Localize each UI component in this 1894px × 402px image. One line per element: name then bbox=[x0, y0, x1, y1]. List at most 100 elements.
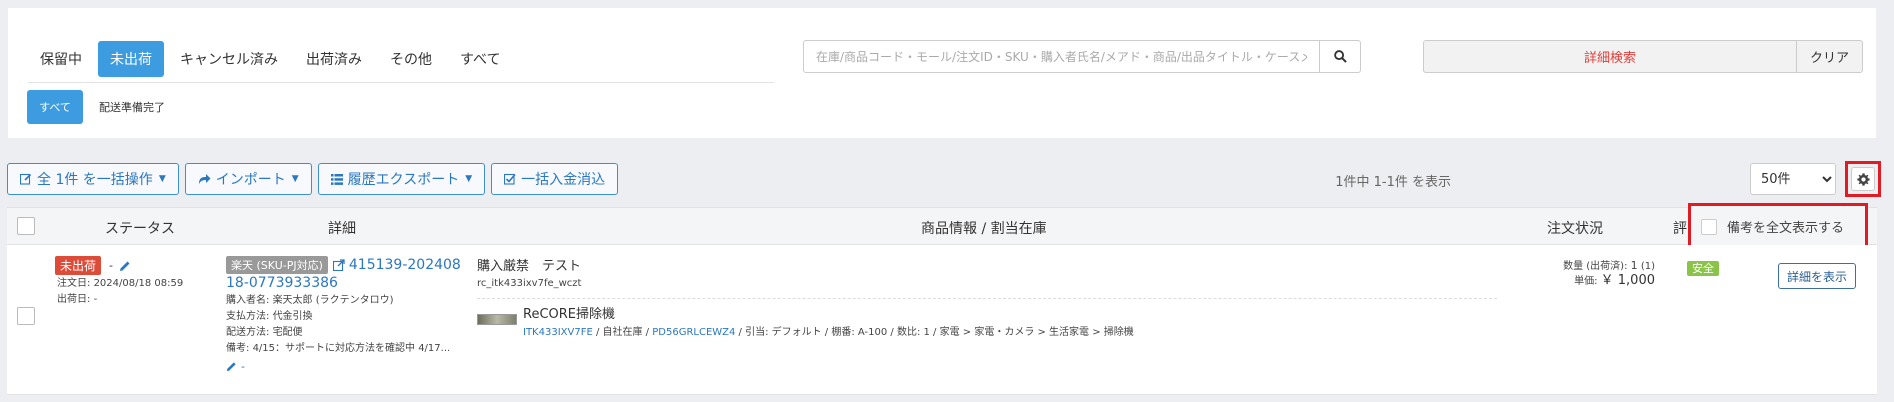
buyer-label: 購入者名: bbox=[226, 295, 270, 306]
order-id-link-continued[interactable]: 18-0773933386 bbox=[226, 275, 461, 291]
gear-icon bbox=[1856, 172, 1870, 186]
search-icon bbox=[1333, 50, 1347, 63]
delivery-line: 配送方法: 宅配便 bbox=[226, 325, 461, 341]
payment-label: 支払方法: bbox=[226, 311, 270, 322]
list-icon bbox=[330, 173, 343, 185]
memo-edit-dash: - bbox=[241, 360, 245, 373]
bulk-action-label: 全 1件 を一括操作 bbox=[37, 172, 153, 188]
product-title: 購入厳禁 テスト bbox=[477, 259, 582, 274]
order-status-cell: 数量 (出荷済): 1 (1) 単価: ￥ 1,000 bbox=[1537, 259, 1655, 289]
paging-summary: 1件中 1-1件 を表示 bbox=[1335, 175, 1451, 190]
search-button[interactable] bbox=[1319, 41, 1360, 72]
tab-cancelled[interactable]: キャンセル済み bbox=[168, 41, 290, 77]
item-sep: / 自社在庫 / bbox=[592, 327, 653, 338]
chevron-down-icon: ▼ bbox=[465, 174, 473, 184]
table-row: 未出荷 - 注文日: 2024/08/18 08:59 出荷日: - 楽天 (S… bbox=[7, 245, 1877, 395]
memo-toggle-highlight-box: 備考を全文表示する bbox=[1688, 203, 1868, 250]
search-box bbox=[803, 40, 1361, 73]
payment-value: 代金引換 bbox=[272, 311, 313, 322]
memo-fulltext-checkbox[interactable] bbox=[1701, 218, 1717, 235]
settings-highlight-box bbox=[1845, 161, 1881, 197]
header-extra: 評 bbox=[1673, 221, 1687, 237]
item-sku-link[interactable]: ITK433IXV7FE bbox=[523, 327, 593, 338]
import-button[interactable]: インポート ▼ bbox=[184, 163, 312, 195]
sub-tabs: すべて 配送準備完了 bbox=[27, 90, 181, 124]
chevron-down-icon: ▼ bbox=[158, 174, 166, 184]
select-all-checkbox[interactable] bbox=[17, 217, 35, 235]
external-link-icon[interactable] bbox=[332, 259, 345, 271]
advanced-search-group: 詳細検索 クリア bbox=[1423, 40, 1863, 73]
share-icon bbox=[198, 173, 211, 185]
bulk-payment-label: 一括入金消込 bbox=[521, 172, 606, 188]
safety-badge: 安全 bbox=[1687, 261, 1719, 276]
tab-all[interactable]: すべて bbox=[448, 41, 512, 77]
header-status: ステータス bbox=[105, 221, 175, 237]
item-detail: / 引当: デフォルト / 棚番: A-100 / 数比: 1 / 家電 > 家… bbox=[735, 327, 1134, 338]
header-order-status: 注文状況 bbox=[1547, 221, 1603, 237]
subtab-all[interactable]: すべて bbox=[27, 90, 83, 124]
memo-edit-line: - bbox=[226, 360, 461, 373]
memo-fulltext-label: 備考を全文表示する bbox=[1727, 221, 1845, 236]
quantity-label: 数量 (出荷済): bbox=[1563, 261, 1628, 272]
tab-unshipped[interactable]: 未出荷 bbox=[98, 41, 164, 77]
quantity-line: 数量 (出荷済): 1 (1) bbox=[1537, 259, 1655, 274]
status-tabs: 保留中 未出荷 キャンセル済み 出荷済み その他 すべて bbox=[28, 41, 516, 77]
price-label: 単価: bbox=[1574, 276, 1598, 287]
edit-icon bbox=[20, 173, 32, 185]
order-date-value: 2024/08/18 08:59 bbox=[93, 278, 184, 289]
product-cell: 購入厳禁 テスト rc_itk433ixv7fe_wczt ReCORE掃除機 … bbox=[477, 255, 1497, 338]
order-id-link[interactable]: 415139-202408 bbox=[349, 257, 461, 273]
status-badge: 未出荷 bbox=[55, 256, 102, 275]
history-export-label: 履歴エクスポート bbox=[347, 172, 460, 188]
delivery-value: 宅配便 bbox=[272, 327, 303, 338]
filter-panel: 保留中 未出荷 キャンセル済み 出荷済み その他 すべて すべて 配送準備完了 … bbox=[8, 8, 1876, 138]
buyer-line: 購入者名: 楽天太郎 (ラクテンタロウ) bbox=[226, 293, 461, 309]
price-value: ￥ 1,000 bbox=[1600, 273, 1655, 288]
bulk-payment-button[interactable]: 一括入金消込 bbox=[491, 163, 619, 195]
allocated-item: ReCORE掃除機 ITK433IXV7FE / 自社在庫 / PD56GRLC… bbox=[477, 298, 1497, 338]
buyer-value: 楽天太郎 (ラクテンタロウ) bbox=[272, 295, 394, 306]
ship-date-value: - bbox=[93, 294, 98, 305]
tab-shipped[interactable]: 出荷済み bbox=[294, 41, 374, 77]
show-detail-button[interactable]: 詳細を表示 bbox=[1778, 263, 1857, 289]
toolbar: 全 1件 を一括操作 ▼ インポート ▼ 履歴エクスポート ▼ 一括入金消込 bbox=[7, 163, 624, 195]
pencil-icon[interactable] bbox=[226, 361, 237, 372]
memo-line: 備考: 4/15：サポートに対応方法を確認中 4/17... bbox=[226, 341, 461, 357]
status-cell: 未出荷 - bbox=[55, 256, 131, 275]
clear-button[interactable]: クリア bbox=[1796, 41, 1862, 72]
table-header: ステータス 詳細 商品情報 / 割当在庫 注文状況 評 bbox=[7, 207, 1877, 245]
memo-value: 4/15：サポートに対応方法を確認中 4/17... bbox=[252, 343, 451, 354]
chevron-down-icon: ▼ bbox=[291, 174, 299, 184]
check-square-icon bbox=[504, 173, 516, 185]
subtab-ready-to-ship[interactable]: 配送準備完了 bbox=[89, 90, 175, 124]
payment-line: 支払方法: 代金引換 bbox=[226, 309, 461, 325]
quantity-value: 1 bbox=[1630, 259, 1638, 272]
memo-label: 備考: bbox=[226, 343, 250, 354]
quantity-shipped: (1) bbox=[1640, 261, 1655, 272]
advanced-search-button[interactable]: 詳細検索 bbox=[1424, 41, 1796, 72]
order-date-label: 注文日: bbox=[57, 278, 91, 289]
per-page-select[interactable]: 50件 bbox=[1750, 163, 1836, 195]
search-input[interactable] bbox=[804, 41, 1319, 72]
item-stock-link[interactable]: PD56GRLCEWZ4 bbox=[652, 327, 735, 338]
import-label: インポート bbox=[215, 172, 286, 188]
ship-date-label: 出荷日: bbox=[57, 294, 91, 305]
settings-button[interactable] bbox=[1851, 167, 1875, 191]
item-name: ReCORE掃除機 bbox=[523, 307, 616, 322]
tab-on-hold[interactable]: 保留中 bbox=[28, 41, 94, 77]
item-detail-line: ITK433IXV7FE / 自社在庫 / PD56GRLCEWZ4 / 引当:… bbox=[523, 323, 1134, 338]
status-dash: - bbox=[109, 259, 113, 272]
bulk-action-button[interactable]: 全 1件 を一括操作 ▼ bbox=[7, 163, 179, 195]
order-date-line: 注文日: 2024/08/18 08:59 bbox=[57, 276, 183, 292]
price-line: 単価: ￥ 1,000 bbox=[1537, 274, 1655, 289]
product-thumbnail[interactable] bbox=[477, 314, 517, 325]
safety-cell: 安全 bbox=[1687, 257, 1719, 276]
mall-badge: 楽天 (SKU-PJ対応) bbox=[226, 256, 328, 274]
tab-divider bbox=[28, 82, 774, 83]
pencil-icon[interactable] bbox=[119, 260, 131, 272]
row-checkbox[interactable] bbox=[17, 307, 35, 325]
product-code: rc_itk433ixv7fe_wczt bbox=[477, 278, 582, 289]
history-export-button[interactable]: 履歴エクスポート ▼ bbox=[317, 163, 486, 195]
tab-other[interactable]: その他 bbox=[378, 41, 444, 77]
delivery-label: 配送方法: bbox=[226, 327, 270, 338]
